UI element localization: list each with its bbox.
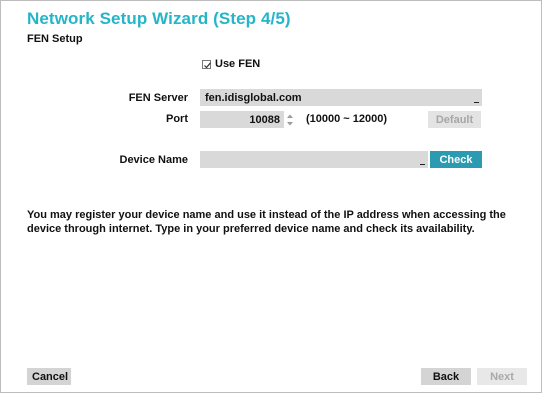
port-value: 10088 [249, 113, 280, 126]
port-range-hint: (10000 ~ 12000) [306, 113, 388, 125]
check-button[interactable]: Check [430, 151, 482, 168]
use-fen-checkbox[interactable] [202, 59, 211, 69]
device-name-label: Device Name [119, 154, 189, 166]
stepper-up-icon[interactable] [287, 114, 293, 119]
cancel-button[interactable]: Cancel [27, 368, 71, 385]
description-text: You may register your device name and us… [27, 209, 506, 235]
back-button[interactable]: Back [421, 368, 471, 385]
fen-server-value: fen.idisglobal.com [205, 91, 302, 104]
device-name-input[interactable] [200, 151, 428, 168]
use-fen-label: Use FEN [215, 58, 261, 70]
section-title: FEN Setup [27, 33, 83, 45]
stepper-down-icon[interactable] [287, 122, 293, 126]
wizard-title: Network Setup Wizard (Step 4/5) [27, 9, 291, 28]
wizard-window: Network Setup Wizard (Step 4/5) FEN Setu… [0, 0, 542, 393]
next-button[interactable]: Next [477, 368, 527, 385]
port-input[interactable]: 10088 [200, 111, 284, 128]
text-cursor-icon [420, 164, 425, 165]
text-cursor-icon [474, 102, 479, 103]
use-fen-checkbox-row[interactable]: Use FEN [202, 58, 260, 70]
fen-server-input[interactable]: fen.idisglobal.com [200, 89, 482, 106]
checkmark-icon [204, 61, 211, 68]
default-button[interactable]: Default [428, 111, 481, 128]
port-label: Port [166, 113, 188, 125]
port-stepper[interactable] [285, 112, 295, 128]
fen-server-label: FEN Server [128, 92, 188, 104]
